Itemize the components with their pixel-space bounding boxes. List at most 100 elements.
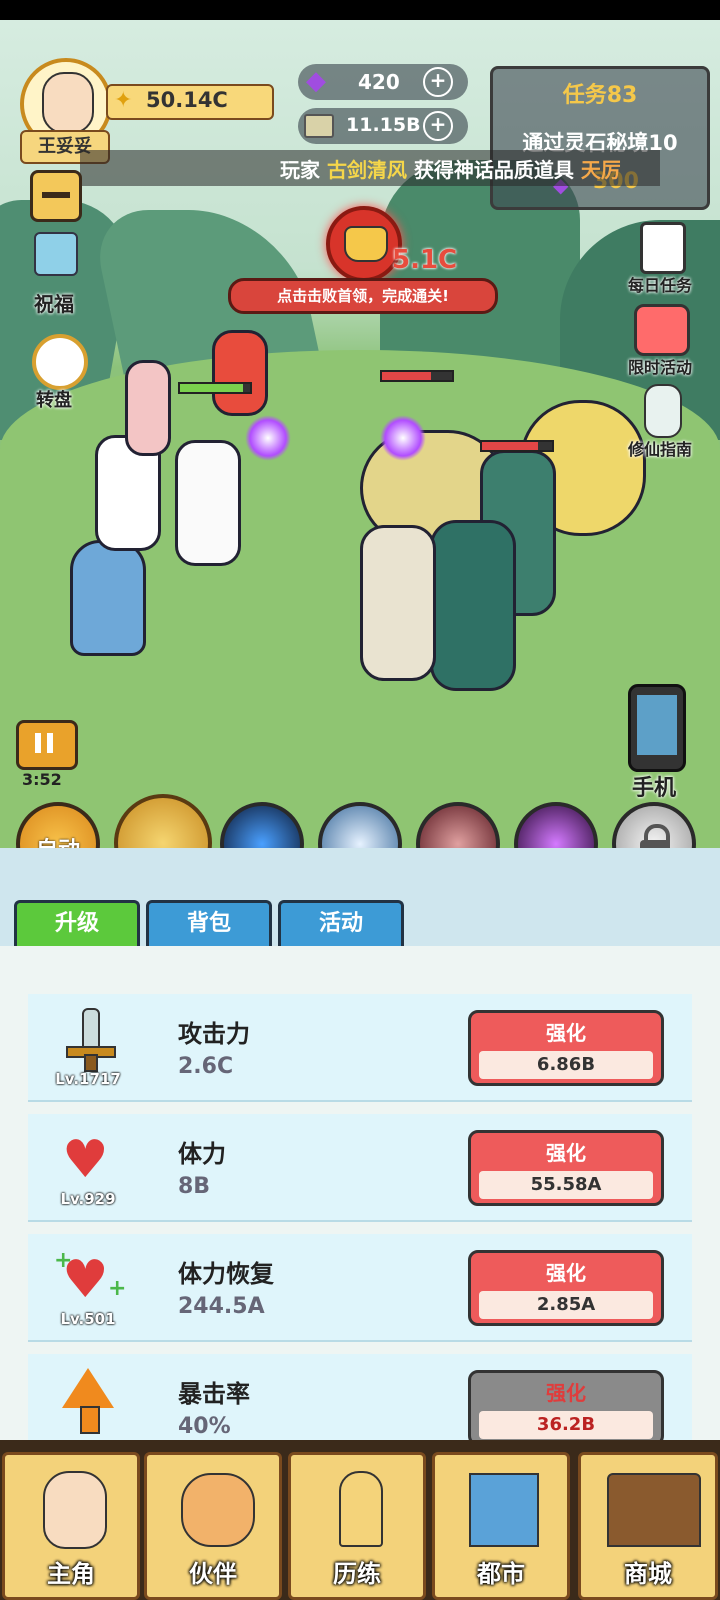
enemy-hp-bar [480, 440, 554, 452]
broadcast-item: 天厉 [580, 158, 621, 182]
tab-activity[interactable]: 活动 [278, 900, 404, 949]
squid-partner [125, 360, 171, 456]
upgrade-value: 8B [178, 1174, 211, 1199]
minus-icon [42, 192, 70, 198]
gem-counter: ◆ 420 + [298, 64, 468, 100]
nav-shop[interactable]: 商城 [578, 1452, 718, 1600]
upgrade-button[interactable]: 强化 6.86B [468, 1010, 664, 1086]
crit-arrow-icon [58, 1368, 118, 1434]
upgrade-cost: 6.86B [479, 1051, 653, 1079]
upgrade-name: 体力 [178, 1140, 226, 1168]
sword-icon [58, 1008, 118, 1072]
daily-task-icon[interactable] [640, 222, 686, 274]
magic-orb [245, 415, 291, 461]
magic-orb [380, 415, 426, 461]
upgrade-button-label: 强化 [546, 1381, 586, 1405]
upgrade-cost: 36.2B [479, 1411, 653, 1439]
upgrade-cost: 55.58A [479, 1171, 653, 1199]
phone-screen [637, 695, 677, 755]
upgrade-button[interactable]: 强化 55.58A [468, 1130, 664, 1206]
ally-hp-bar [178, 382, 252, 394]
boss-hint-banner[interactable]: 点击击败首领，完成通关! [228, 278, 498, 314]
green-swordsman-enemy[interactable] [430, 520, 516, 691]
cat-partner [70, 540, 146, 656]
broadcast-middle: 获得神话品质道具 [413, 158, 574, 182]
enemy-hp-bar [380, 370, 454, 382]
redhair-partner [212, 330, 268, 416]
quest-title: 任务83 [562, 83, 638, 108]
nav-city[interactable]: 都市 [432, 1452, 570, 1600]
hero-avatar-icon [43, 1471, 107, 1549]
upgrade-row-stamina: ♥ Lv.929 体力 8B 强化 55.58A [28, 1114, 692, 1222]
upgrade-row-attack: Lv.1717 攻击力 2.6C 强化 6.86B [28, 994, 692, 1102]
gem-value: 420 [358, 70, 400, 94]
broadcast-bar: 玩家 古剑清风 获得神话品质道具 天厉 [80, 150, 660, 186]
lock-shackle [644, 824, 670, 848]
wheel-icon[interactable] [32, 334, 88, 390]
limited-event-icon[interactable] [634, 304, 690, 356]
upgrade-button[interactable]: 强化 2.85A [468, 1250, 664, 1326]
upgrade-cost: 2.85A [479, 1291, 653, 1319]
gold-counter: ✦ 50.14C [106, 84, 274, 120]
cash-counter: 11.15B + [298, 108, 468, 144]
battle-timer: 3:52 [22, 770, 62, 789]
upgrade-name: 体力恢复 [178, 1260, 274, 1288]
upgrade-row-regen: ♥ + + Lv.501 体力恢复 244.5A 强化 2.85A [28, 1234, 692, 1342]
upgrade-button-label: 强化 [546, 1261, 586, 1285]
upgrade-name: 暴击率 [178, 1380, 250, 1408]
tab-upgrade[interactable]: 升级 [14, 900, 140, 949]
scroll-sign-icon [339, 1471, 383, 1547]
upgrade-value: 40% [178, 1414, 231, 1439]
immortal-guide-icon[interactable] [644, 384, 682, 438]
heart-icon: ♥ [62, 1130, 109, 1190]
nav-hero-label: 主角 [47, 1560, 95, 1588]
pig-warrior-enemy[interactable] [360, 525, 436, 681]
broadcast-prefix: 玩家 [280, 158, 320, 182]
add-cash-button[interactable]: + [423, 111, 453, 141]
upgrade-button-label: 强化 [546, 1021, 586, 1045]
add-gems-button[interactable]: + [423, 67, 453, 97]
broadcast-player: 古剑清风 [326, 158, 407, 182]
tab-bag[interactable]: 背包 [146, 900, 272, 949]
gem-icon: ◆ [306, 66, 326, 96]
pause-icon-bar [47, 733, 53, 753]
upgrade-value: 244.5A [178, 1294, 265, 1319]
phone-icon[interactable] [628, 684, 686, 772]
gold-value: 50.14C [146, 88, 228, 112]
pause-button[interactable] [16, 720, 78, 770]
daily-task-label: 每日任务 [627, 276, 692, 295]
blessing-label: 祝福 [34, 292, 74, 316]
upgrade-level: Lv.1717 [55, 1070, 121, 1088]
nav-partner[interactable]: 伙伴 [144, 1452, 282, 1600]
upgrade-button-label: 强化 [546, 1141, 586, 1165]
upgrade-level: Lv.929 [60, 1190, 116, 1208]
phone-label: 手机 [631, 776, 676, 801]
heart-plus-icon: ♥ + + [54, 1248, 127, 1310]
nav-partner-label: 伙伴 [189, 1560, 237, 1588]
nav-shop-label: 商城 [624, 1560, 672, 1588]
demon-face-icon [344, 226, 388, 262]
nav-hero[interactable]: 主角 [2, 1452, 140, 1600]
boss-icon[interactable] [326, 206, 402, 282]
avatar-face [42, 72, 94, 134]
nav-city-label: 都市 [477, 1560, 525, 1588]
pause-icon [35, 733, 41, 753]
blessing-button[interactable] [24, 232, 84, 290]
quest-panel[interactable]: 任务83 通过灵石秘境10 ◆ 300 [490, 66, 710, 210]
upgrade-value: 2.6C [178, 1054, 234, 1079]
cash-value: 11.15B [346, 114, 421, 136]
collapse-button[interactable] [30, 170, 82, 222]
upgrade-level: Lv.501 [60, 1310, 116, 1328]
immortal-guide-label: 修仙指南 [627, 440, 692, 459]
upgrade-name: 攻击力 [178, 1020, 250, 1048]
gold-icon: ✦ [114, 88, 133, 113]
cat-icon [181, 1473, 255, 1547]
building-icon [469, 1473, 539, 1547]
hero-character [175, 440, 241, 566]
nav-training-label: 历练 [333, 1560, 381, 1588]
nav-training[interactable]: 历练 [288, 1452, 426, 1600]
gift-icon [34, 232, 78, 276]
upgrade-button-disabled[interactable]: 强化 36.2B [468, 1370, 664, 1440]
shop-stall-icon [607, 1473, 701, 1547]
upgrade-row-crit: 暴击率 40% 强化 36.2B [28, 1354, 692, 1442]
